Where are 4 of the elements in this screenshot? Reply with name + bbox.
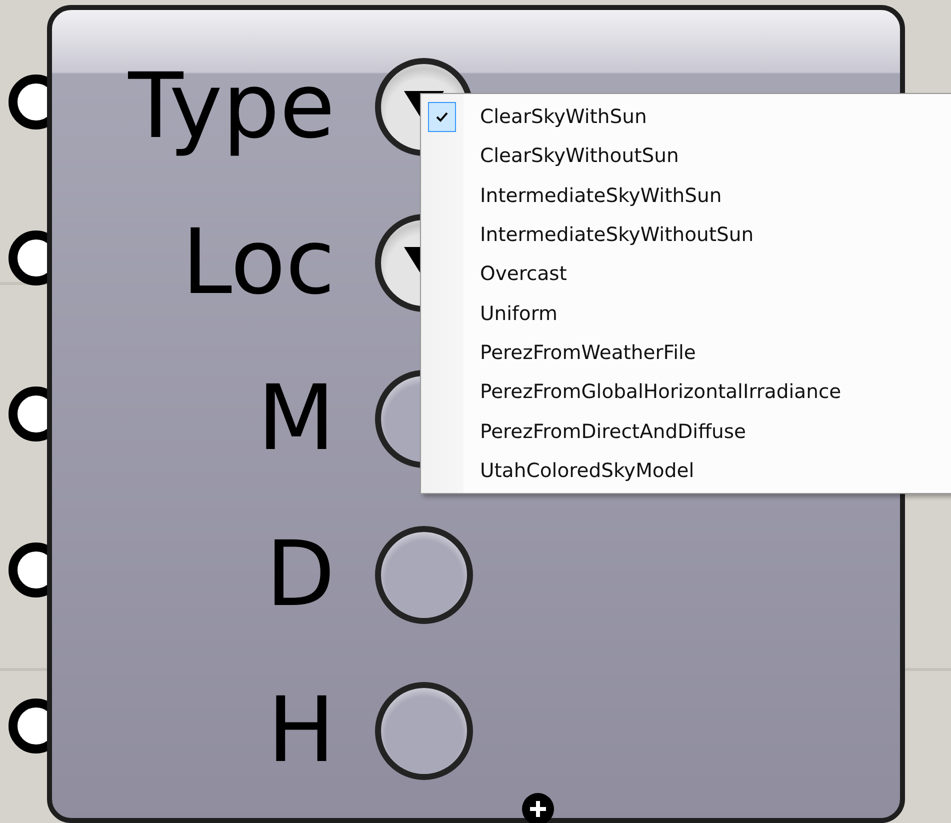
input-label: D: [264, 530, 335, 620]
input-label: H: [266, 686, 335, 776]
input-label: M: [256, 374, 335, 464]
input-label: Loc: [180, 218, 335, 308]
